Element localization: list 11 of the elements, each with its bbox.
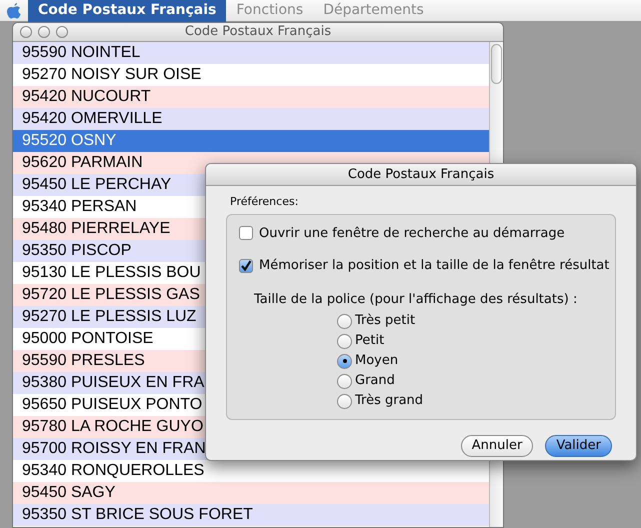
section-label: Préférences: (230, 194, 300, 210)
radio-label: Grand (355, 372, 395, 390)
font-size-label: Taille de la police (pour l'affichage des résultats) : (254, 290, 578, 308)
checkbox-label: Ouvrir une fenêtre de recherche au démarrage (259, 224, 565, 242)
radio-label: Moyen (355, 352, 398, 370)
radio-label: Très grand (355, 392, 424, 410)
window-title: Code Postaux Français (184, 23, 332, 42)
checkbox-label: Mémoriser la position et la taille de la fenêtre résultat (259, 257, 610, 275)
radio-label: Très petit (355, 312, 416, 330)
radio-label: Petit (355, 332, 384, 350)
dialog-title: Code Postaux Français (348, 166, 494, 184)
